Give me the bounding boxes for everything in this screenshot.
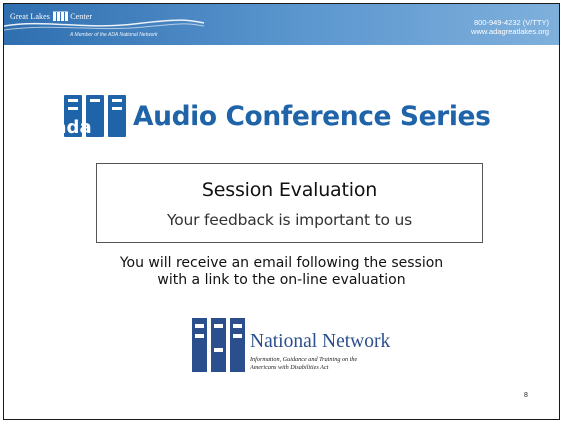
website-link[interactable]: www.adagreatlakes.org bbox=[471, 27, 549, 36]
member-line: A Member of the ADA National Network bbox=[70, 32, 158, 38]
header-banner: Great Lakes Center A Member of the ADA N… bbox=[4, 4, 559, 45]
ada-logo-icon: ada bbox=[62, 95, 126, 138]
network-subtitle-line-1: Information, Guidance and Training on th… bbox=[250, 356, 358, 363]
network-title: National Network bbox=[250, 331, 391, 352]
contact-info: 800-949-4232 (V/TTY) www.adagreatlakes.o… bbox=[471, 18, 549, 36]
ada-logo-letter: ada bbox=[62, 117, 92, 138]
series-title: Audio Conference Series bbox=[133, 100, 491, 132]
ada-national-network-icon bbox=[192, 318, 245, 372]
wave-swoosh-icon bbox=[4, 19, 204, 31]
phone-number: 800-949-4232 (V/TTY) bbox=[473, 18, 549, 27]
email-note-line-1: You will receive an email following the … bbox=[119, 255, 444, 271]
slide: Great Lakes Center A Member of the ADA N… bbox=[3, 3, 560, 420]
evaluation-box: Session Evaluation Your feedback is impo… bbox=[96, 163, 483, 243]
page-number: 8 bbox=[524, 392, 528, 399]
national-network-logo: National Network Information, Guidance a… bbox=[190, 314, 410, 379]
evaluation-title: Session Evaluation bbox=[201, 179, 378, 201]
slide-title: ada Audio Conference Series bbox=[62, 93, 491, 139]
evaluation-subtitle: Your feedback is important to us bbox=[167, 211, 412, 229]
email-note-line-2: with a link to the on-line evaluation bbox=[157, 272, 406, 288]
network-subtitle-line-2: Americans with Disabilities Act bbox=[250, 363, 329, 371]
network-subtitle: Information, Guidance and Training on th… bbox=[250, 356, 357, 371]
email-note: You will receive an email following the … bbox=[44, 255, 519, 289]
